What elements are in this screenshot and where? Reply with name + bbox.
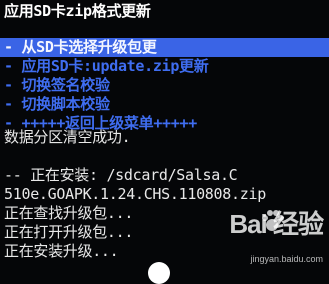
log-line-installing-update: 正在安装升级... [4, 242, 119, 260]
baidu-watermark: Bai 经验 jingyan.baidu.com [203, 204, 324, 264]
watermark-url: jingyan.baidu.com [250, 254, 323, 264]
menu-item-toggle-signature[interactable]: - 切换签名校验 [4, 76, 110, 95]
menu-item-apply-update-zip[interactable]: - 应用SD卡:update.zip更新 [4, 57, 209, 76]
log-line-opening: 正在打开升级包... [4, 223, 134, 241]
log-line-installing: -- 正在安装: /sdcard/Salsa.C [4, 166, 238, 184]
log-line-filename: 510e.GOAPK.1.24.CHS.110808.zip [4, 185, 266, 203]
menu-item-choose-package[interactable]: - 从SD卡选择升级包更 [0, 38, 329, 57]
menu-item-toggle-script[interactable]: - 切换脚本校验 [4, 95, 110, 114]
menu-title: 应用SD卡zip格式更新 [4, 2, 151, 20]
bottom-light-icon [148, 262, 170, 284]
log-line-finding: 正在查找升级包... [4, 204, 134, 222]
log-line-wipe-success: 数据分区清空成功. [4, 128, 131, 146]
watermark-brand: Bai 经验 [229, 209, 324, 239]
